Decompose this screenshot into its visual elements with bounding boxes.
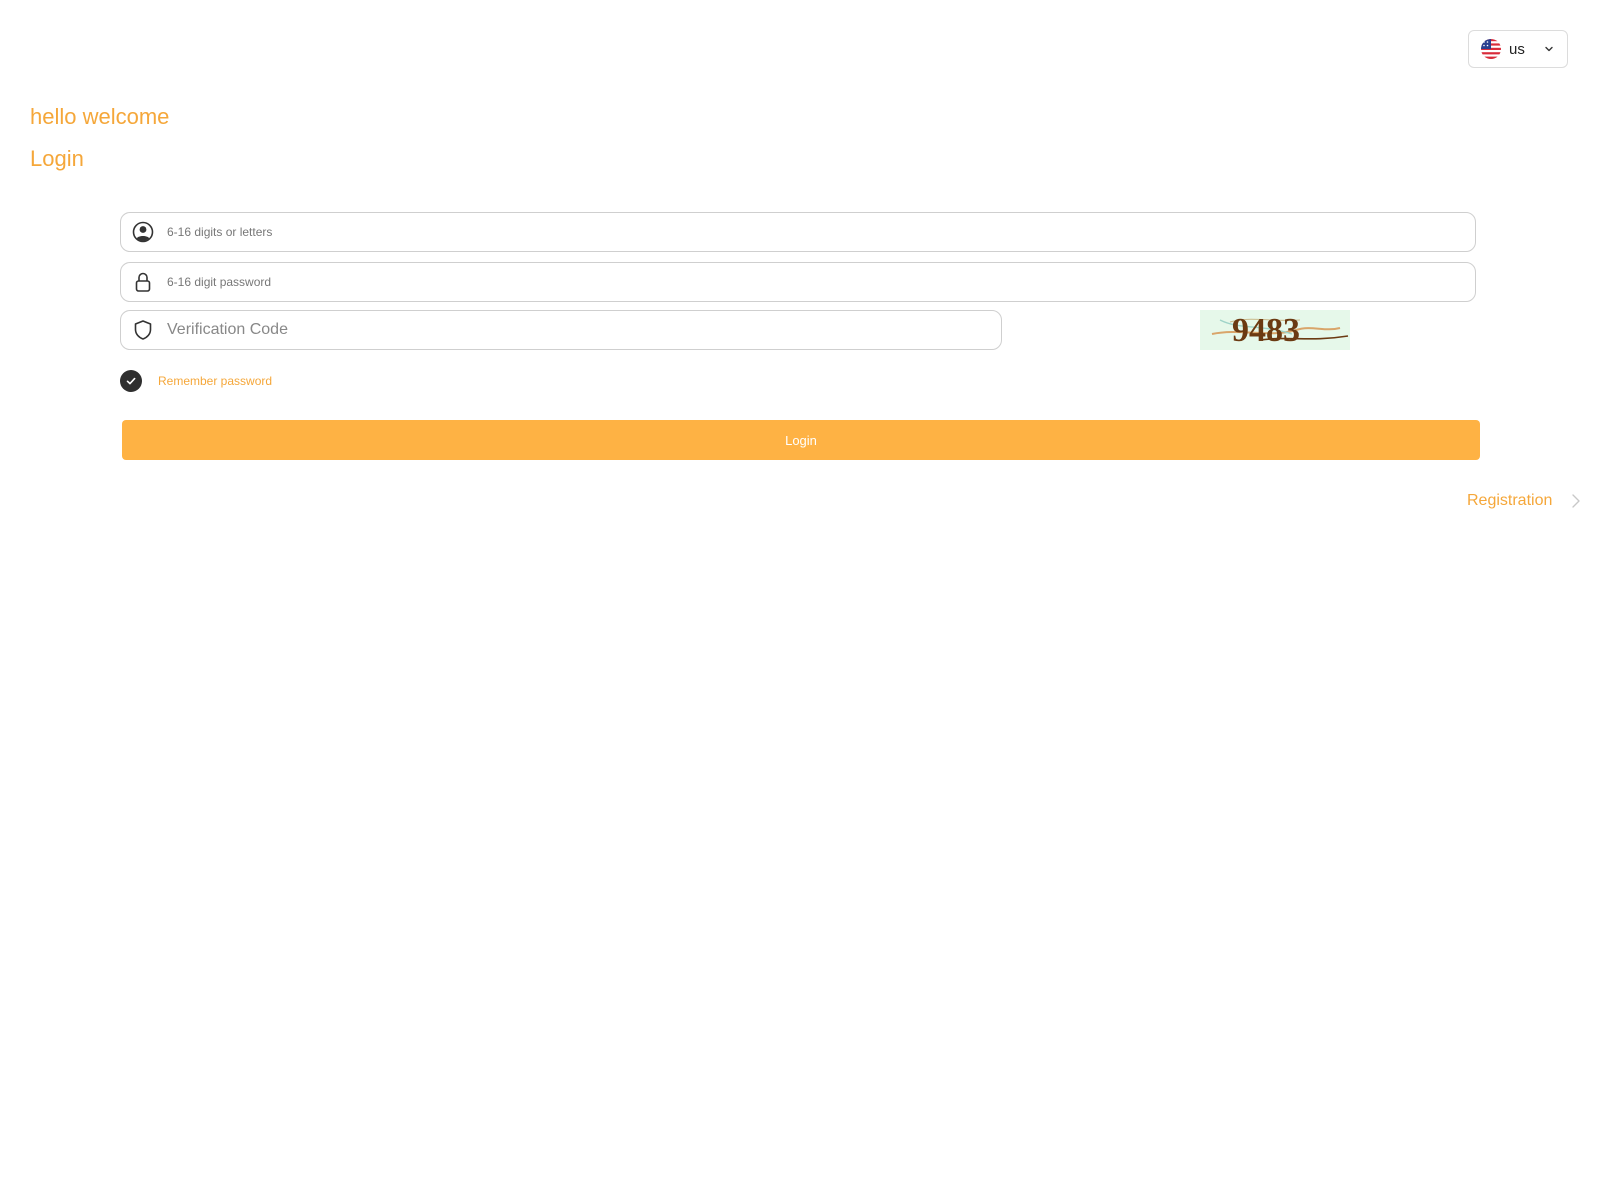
verification-field[interactable]	[120, 310, 1002, 350]
shield-icon	[134, 320, 152, 340]
registration-link[interactable]: Registration	[1467, 491, 1582, 511]
verification-input[interactable]	[165, 311, 1001, 349]
language-selector[interactable]: us	[1468, 30, 1568, 68]
check-icon	[126, 377, 136, 385]
captcha-text: 9483	[1232, 312, 1300, 349]
password-input[interactable]	[165, 263, 1475, 301]
captcha-image[interactable]: 9483	[1200, 310, 1350, 350]
user-icon	[132, 221, 154, 243]
username-field[interactable]	[120, 212, 1476, 252]
us-flag-icon	[1481, 39, 1501, 59]
remember-password-checkbox[interactable]	[120, 370, 142, 392]
chevron-right-icon	[1572, 494, 1581, 508]
registration-label: Registration	[1467, 492, 1553, 509]
welcome-greeting: hello welcome	[30, 104, 170, 129]
username-input[interactable]	[165, 213, 1475, 251]
lock-icon	[135, 272, 151, 292]
remember-password-label[interactable]: Remember password	[158, 374, 272, 388]
password-field[interactable]	[120, 262, 1476, 302]
chevron-down-icon	[1545, 46, 1553, 52]
language-label: us	[1509, 40, 1525, 58]
login-button[interactable]: Login	[122, 420, 1480, 460]
page-title: Login	[30, 146, 84, 171]
